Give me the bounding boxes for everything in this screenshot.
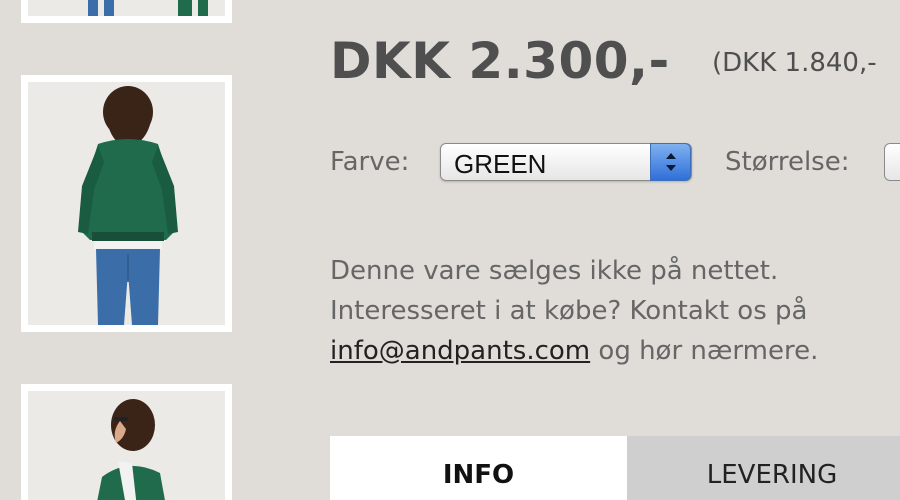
size-label: Størrelse: bbox=[725, 147, 850, 177]
tab-levering[interactable]: LEVERING bbox=[627, 436, 900, 500]
color-label: Farve: bbox=[330, 147, 410, 177]
size-select[interactable] bbox=[884, 143, 900, 181]
product-thumbnail-2[interactable] bbox=[21, 75, 232, 332]
select-arrows-icon bbox=[650, 143, 691, 181]
tab-info[interactable]: INFO bbox=[330, 436, 627, 500]
product-thumbnail-1[interactable] bbox=[21, 0, 232, 23]
color-select[interactable]: GREEN bbox=[440, 143, 692, 181]
model-back-view-icon bbox=[28, 82, 225, 325]
model-side-view-icon bbox=[28, 391, 225, 500]
product-availability-note: Denne vare sælges ikke på nettet. Intere… bbox=[330, 251, 890, 371]
availability-line-3: info@andpants.com og hør nærmere. bbox=[330, 331, 890, 371]
availability-line-2: Interesseret i at købe? Kontakt os på bbox=[330, 296, 808, 326]
product-page: DKK 2.300,- (DKK 1.840,- Farve: GREEN St… bbox=[0, 0, 900, 500]
availability-line-3-rest: og hør nærmere. bbox=[590, 336, 819, 366]
product-price-excl-vat: (DKK 1.840,- bbox=[712, 48, 877, 78]
product-price: DKK 2.300,- bbox=[330, 32, 670, 90]
contact-email-link[interactable]: info@andpants.com bbox=[330, 336, 590, 366]
product-image-icon bbox=[28, 0, 225, 16]
availability-line-1: Denne vare sælges ikke på nettet. bbox=[330, 256, 779, 286]
color-select-value: GREEN bbox=[454, 149, 547, 179]
product-thumbnail-3[interactable] bbox=[21, 384, 232, 500]
